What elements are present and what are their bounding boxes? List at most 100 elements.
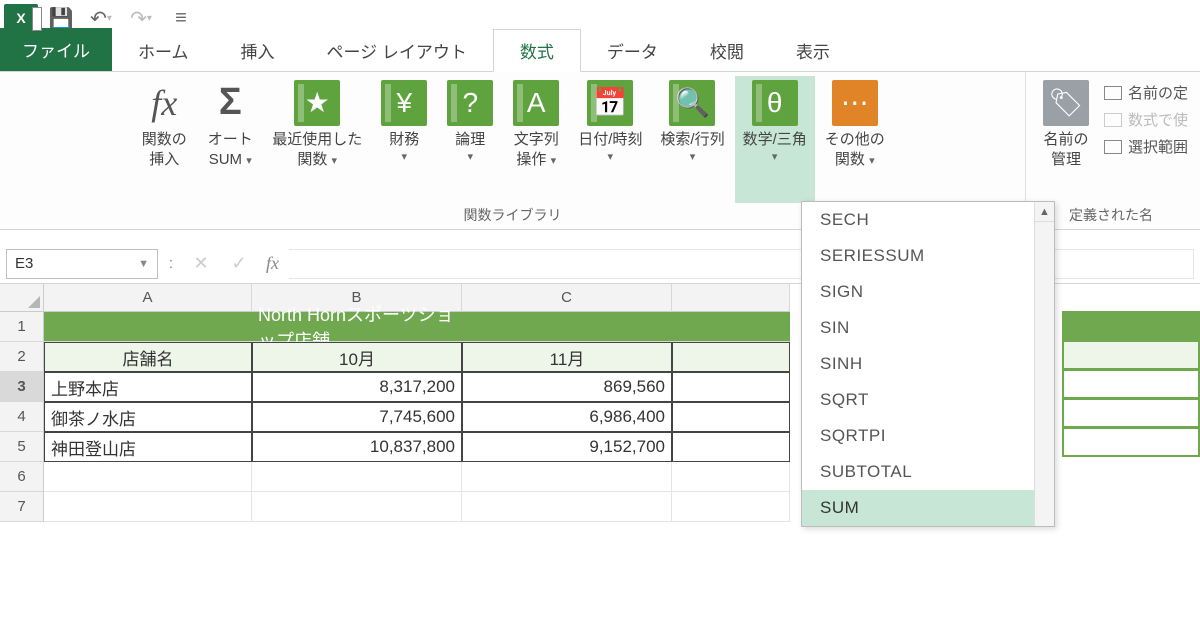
cell-m2[interactable]: 9,152,700 <box>462 432 672 462</box>
cell-m2[interactable]: 869,560 <box>462 372 672 402</box>
row-header-1[interactable]: 1 <box>0 312 44 342</box>
cell-blank[interactable] <box>672 432 790 462</box>
table-title[interactable] <box>672 312 790 342</box>
func-item-sum[interactable]: SUM <box>802 490 1054 526</box>
ribbon-group-label: 関数ライブラリ <box>463 203 561 227</box>
math-trig-button[interactable]: θ 数学/三角▾ <box>735 76 815 203</box>
row-header-6[interactable]: 6 <box>0 462 44 492</box>
datetime-button[interactable]: 📅 日付/時刻▾ <box>570 76 650 203</box>
table-row <box>44 492 790 522</box>
cell-blank[interactable] <box>672 372 790 402</box>
cell-name[interactable]: 上野本店 <box>44 372 252 402</box>
func-item-sqrt[interactable]: SQRT <box>802 382 1054 418</box>
row-header-3[interactable]: 3 <box>0 372 44 402</box>
tab-insert[interactable]: 挿入 <box>215 30 301 71</box>
table-title[interactable] <box>462 312 672 342</box>
col-header-a[interactable]: A <box>44 284 252 312</box>
fx-icon[interactable]: fx <box>260 253 285 274</box>
func-item-sqrtpi[interactable]: SQRTPI <box>802 418 1054 454</box>
separator: : <box>162 255 180 272</box>
table-row <box>44 462 790 492</box>
recent-functions-button[interactable]: ★ 最近使用した関数 ▾ <box>264 76 370 203</box>
table-header-row: 店舗名 10月 11月 <box>44 342 790 372</box>
table-title[interactable] <box>44 312 252 342</box>
ribbon-group-label-names: 定義された名 <box>1069 203 1157 227</box>
scroll-up-icon[interactable]: ▲ <box>1035 202 1054 222</box>
financial-button[interactable]: ¥ 財務▾ <box>372 76 436 203</box>
row-header-5[interactable]: 5 <box>0 432 44 462</box>
tab-page-layout[interactable]: ページ レイアウト <box>301 30 493 71</box>
header-name[interactable]: 店舗名 <box>44 342 252 372</box>
enter-button[interactable]: ✓ <box>222 249 256 279</box>
selected-range-right <box>1062 312 1200 457</box>
select-all-corner[interactable] <box>0 284 44 312</box>
table-title-row: North Hornスポーツショップ店舗 <box>44 312 790 342</box>
tab-data[interactable]: データ <box>581 30 684 71</box>
create-from-selection-button[interactable]: 選択範囲 <box>1104 136 1188 157</box>
tab-home[interactable]: ホーム <box>112 30 215 71</box>
logical-icon: ? <box>447 80 493 126</box>
tab-formulas[interactable]: 数式 <box>493 29 581 72</box>
lookup-button[interactable]: 🔍 検索/行列▾ <box>652 76 732 203</box>
insert-function-button[interactable]: fx 関数の挿入 <box>132 76 196 203</box>
func-item-sign[interactable]: SIGN <box>802 274 1054 310</box>
func-item-seriessum[interactable]: SERIESSUM <box>802 238 1054 274</box>
func-item-sech[interactable]: SECH <box>802 202 1054 238</box>
search-icon: 🔍 <box>669 80 715 126</box>
sigma-icon: Σ <box>207 80 253 126</box>
cell-m1[interactable]: 8,317,200 <box>252 372 462 402</box>
row-header-7[interactable]: 7 <box>0 492 44 522</box>
name-box[interactable]: E3 ▼ <box>6 249 158 279</box>
more-icon: ⋯ <box>832 80 878 126</box>
cell-blank[interactable] <box>672 402 790 432</box>
table-row: 神田登山店 10,837,800 9,152,700 <box>44 432 790 462</box>
cell-name[interactable]: 神田登山店 <box>44 432 252 462</box>
cancel-button[interactable]: ✕ <box>184 249 218 279</box>
formula-input[interactable] <box>289 249 1194 279</box>
ribbon: fx 関数の挿入 Σ オートSUM ▾ ★ 最近使用した関数 ▾ ¥ 財務▾ ?… <box>0 72 1200 230</box>
cell-name[interactable]: 御茶ノ水店 <box>44 402 252 432</box>
fx-icon: fx <box>141 80 187 126</box>
redo-button[interactable]: ↷▾ <box>124 3 158 33</box>
header-m1[interactable]: 10月 <box>252 342 462 372</box>
func-item-sin[interactable]: SIN <box>802 310 1054 346</box>
col-header-d[interactable] <box>672 284 790 312</box>
row-header-2[interactable]: 2 <box>0 342 44 372</box>
tab-file[interactable]: ファイル <box>0 28 112 71</box>
excel-icon: X <box>4 4 38 32</box>
table-title-text: North Hornスポーツショップ店舗 <box>252 312 462 342</box>
autosum-button[interactable]: Σ オートSUM ▾ <box>198 76 262 203</box>
name-manager-icon: 🏷 <box>1043 80 1089 126</box>
cell-m2[interactable]: 6,986,400 <box>462 402 672 432</box>
func-item-sinh[interactable]: SINH <box>802 346 1054 382</box>
calendar-icon: 📅 <box>587 80 633 126</box>
ribbon-tabs: ファイル ホーム 挿入 ページ レイアウト 数式 データ 校閲 表示 <box>0 36 1200 72</box>
text-icon: A <box>513 80 559 126</box>
header-blank[interactable] <box>672 342 790 372</box>
use-in-formula-button[interactable]: 数式で使 <box>1104 109 1188 130</box>
dropdown-scrollbar[interactable]: ▲ <box>1034 202 1054 526</box>
define-name-button[interactable]: 名前の定 <box>1104 82 1188 103</box>
cell-m1[interactable]: 10,837,800 <box>252 432 462 462</box>
header-m2[interactable]: 11月 <box>462 342 672 372</box>
qat-customize[interactable]: ≡ <box>164 3 198 33</box>
logical-button[interactable]: ? 論理▾ <box>438 76 502 203</box>
tab-view[interactable]: 表示 <box>770 30 856 71</box>
col-header-c[interactable]: C <box>462 284 672 312</box>
defined-names-list: 名前の定 数式で使 選択範囲 <box>1100 76 1192 203</box>
chevron-down-icon[interactable]: ▼ <box>138 258 149 270</box>
star-icon: ★ <box>294 80 340 126</box>
row-header-4[interactable]: 4 <box>0 402 44 432</box>
cell-reference: E3 <box>15 255 33 272</box>
table-row: 上野本店 8,317,200 869,560 <box>44 372 790 402</box>
func-item-subtotal[interactable]: SUBTOTAL <box>802 454 1054 490</box>
more-functions-button[interactable]: ⋯ その他の関数 ▾ <box>817 76 893 203</box>
theta-icon: θ <box>752 80 798 126</box>
financial-icon: ¥ <box>381 80 427 126</box>
function-dropdown[interactable]: SECH SERIESSUM SIGN SIN SINH SQRT SQRTPI… <box>801 201 1055 527</box>
cell-m1[interactable]: 7,745,600 <box>252 402 462 432</box>
name-manager-button[interactable]: 🏷 名前の管理 <box>1034 76 1098 203</box>
text-button[interactable]: A 文字列操作 ▾ <box>504 76 568 203</box>
tab-review[interactable]: 校閲 <box>684 30 770 71</box>
table-row: 御茶ノ水店 7,745,600 6,986,400 <box>44 402 790 432</box>
